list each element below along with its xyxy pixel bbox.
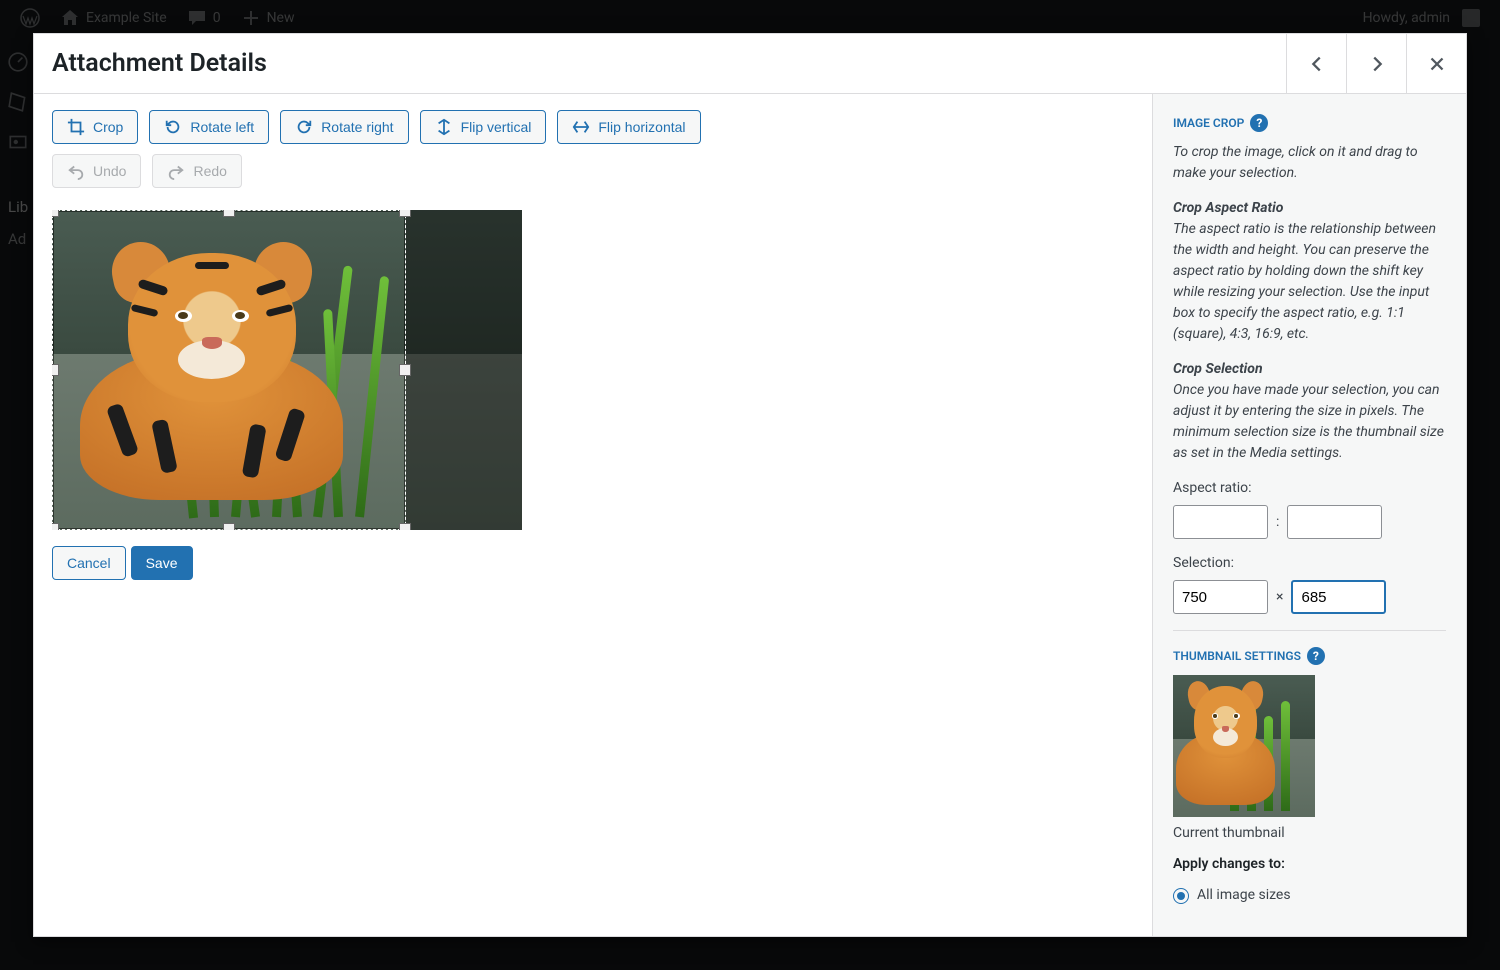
save-label: Save bbox=[146, 555, 178, 571]
undo-button: Undo bbox=[52, 154, 141, 188]
aspect-width-input[interactable] bbox=[1173, 505, 1268, 539]
crop-handle-sw[interactable] bbox=[52, 523, 59, 530]
aspect-height-input[interactable] bbox=[1287, 505, 1382, 539]
selection-label: Selection: bbox=[1173, 553, 1446, 574]
redo-button: Redo bbox=[152, 154, 241, 188]
redo-label: Redo bbox=[193, 163, 226, 179]
aspect-ratio-label: Aspect ratio: bbox=[1173, 478, 1446, 499]
aspect-paragraph: Crop Aspect Ratio The aspect ratio is the… bbox=[1173, 198, 1446, 345]
aspect-text: The aspect ratio is the relationship bet… bbox=[1173, 221, 1436, 342]
edit-toolbar: Crop Rotate left Rotate right Flip verti… bbox=[52, 110, 1134, 144]
crop-intro: To crop the image, click on it and drag … bbox=[1173, 142, 1446, 184]
flip-vertical-label: Flip vertical bbox=[461, 119, 532, 135]
flip-vertical-button[interactable]: Flip vertical bbox=[420, 110, 547, 144]
crop-button[interactable]: Crop bbox=[52, 110, 138, 144]
crop-handle-s[interactable] bbox=[223, 523, 235, 530]
thumbnail-heading-text: THUMBNAIL SETTINGS bbox=[1173, 647, 1301, 665]
help-icon[interactable]: ? bbox=[1307, 647, 1325, 665]
rotate-right-button[interactable]: Rotate right bbox=[280, 110, 408, 144]
divider bbox=[1173, 630, 1446, 631]
editor-actions: Cancel Save bbox=[52, 546, 1134, 580]
selection-text: Once you have made your selection, you c… bbox=[1173, 382, 1444, 461]
side-panel: IMAGE CROP ? To crop the image, click on… bbox=[1152, 94, 1466, 936]
rotate-left-button[interactable]: Rotate left bbox=[149, 110, 269, 144]
selection-sep: × bbox=[1276, 587, 1283, 608]
close-button[interactable] bbox=[1406, 34, 1466, 93]
cancel-button[interactable]: Cancel bbox=[52, 546, 126, 580]
radio-selected-icon bbox=[1173, 888, 1189, 904]
rotate-right-label: Rotate right bbox=[321, 119, 393, 135]
crop-handle-w[interactable] bbox=[52, 364, 59, 376]
cancel-label: Cancel bbox=[67, 555, 111, 571]
selection-subhead: Crop Selection bbox=[1173, 361, 1263, 377]
aspect-sep: : bbox=[1276, 512, 1279, 533]
selection-height-input[interactable] bbox=[1291, 580, 1386, 614]
apply-all-option[interactable]: All image sizes bbox=[1173, 885, 1446, 906]
selection-width-input[interactable] bbox=[1173, 580, 1268, 614]
prev-button[interactable] bbox=[1286, 34, 1346, 93]
crop-handle-se[interactable] bbox=[399, 523, 411, 530]
crop-selection[interactable] bbox=[52, 210, 406, 530]
flip-horizontal-label: Flip horizontal bbox=[598, 119, 685, 135]
crop-handle-nw[interactable] bbox=[52, 210, 59, 217]
modal-title: Attachment Details bbox=[52, 49, 267, 78]
undo-label: Undo bbox=[93, 163, 126, 179]
editor-pane: Crop Rotate left Rotate right Flip verti… bbox=[34, 94, 1152, 936]
crop-handle-n[interactable] bbox=[223, 210, 235, 217]
apply-changes-heading: Apply changes to: bbox=[1173, 854, 1446, 875]
thumbnail-preview bbox=[1173, 675, 1315, 817]
crop-handle-ne[interactable] bbox=[399, 210, 411, 217]
image-canvas[interactable] bbox=[52, 210, 522, 530]
crop-handle-e[interactable] bbox=[399, 364, 411, 376]
history-toolbar: Undo Redo bbox=[52, 154, 1134, 188]
apply-all-label: All image sizes bbox=[1197, 885, 1291, 906]
thumbnail-caption: Current thumbnail bbox=[1173, 823, 1446, 844]
aspect-ratio-row: : bbox=[1173, 505, 1446, 539]
help-icon[interactable]: ? bbox=[1250, 114, 1268, 132]
selection-row: × bbox=[1173, 580, 1446, 614]
image-crop-heading-text: IMAGE CROP bbox=[1173, 114, 1244, 132]
aspect-subhead: Crop Aspect Ratio bbox=[1173, 200, 1283, 216]
crop-label: Crop bbox=[93, 119, 123, 135]
modal-header: Attachment Details bbox=[34, 34, 1466, 94]
crop-dim-right bbox=[406, 210, 522, 530]
image-crop-heading: IMAGE CROP ? bbox=[1173, 114, 1446, 132]
attachment-details-modal: Attachment Details Crop Rotate left Rota… bbox=[33, 33, 1467, 937]
rotate-left-label: Rotate left bbox=[190, 119, 254, 135]
thumbnail-settings-heading: THUMBNAIL SETTINGS ? bbox=[1173, 647, 1446, 665]
save-button[interactable]: Save bbox=[131, 546, 193, 580]
selection-paragraph: Crop Selection Once you have made your se… bbox=[1173, 359, 1446, 464]
next-button[interactable] bbox=[1346, 34, 1406, 93]
flip-horizontal-button[interactable]: Flip horizontal bbox=[557, 110, 700, 144]
